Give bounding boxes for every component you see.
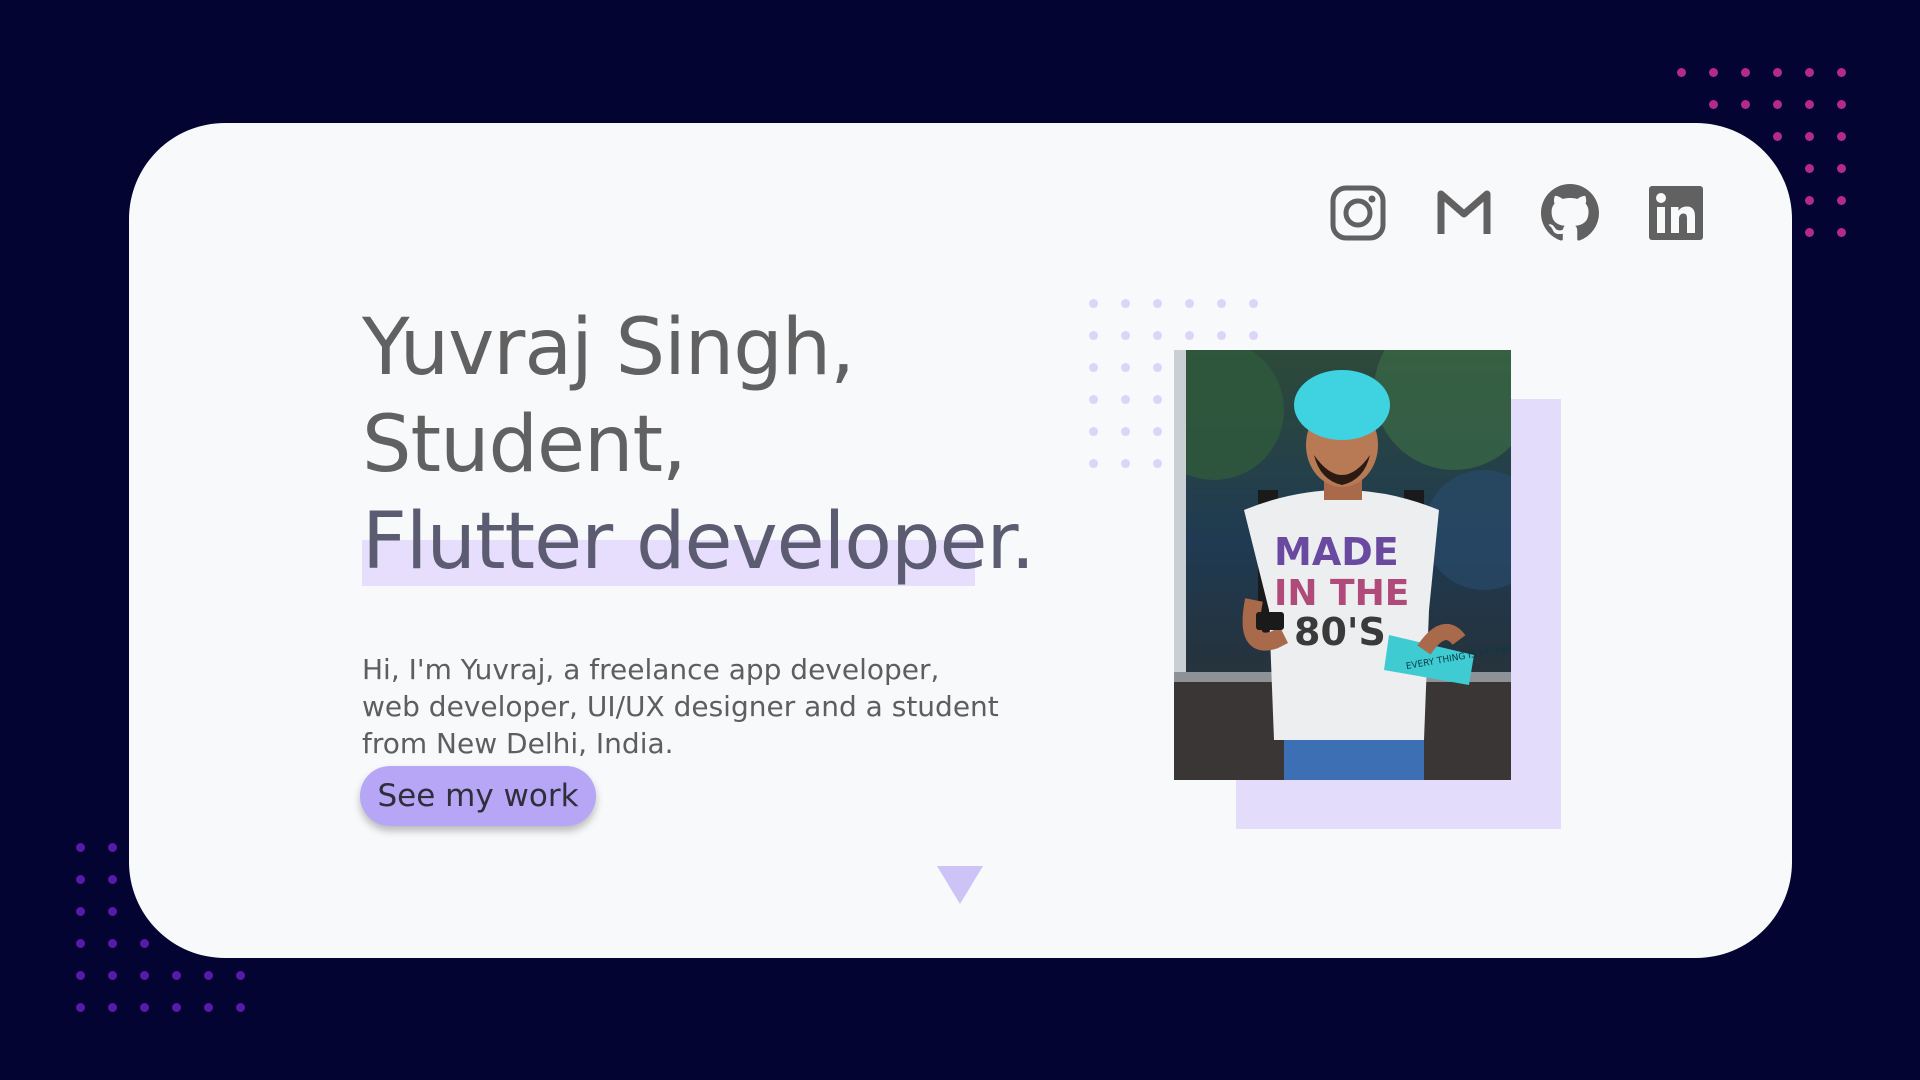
gmail-icon <box>1437 190 1491 234</box>
headline-role-developer: Flutter developer. <box>362 497 1035 587</box>
see-my-work-button[interactable]: See my work <box>360 766 596 826</box>
instagram-icon <box>1330 185 1386 241</box>
shirt-text-line3: 80'S <box>1294 610 1386 654</box>
profile-photo-illustration: MADE IN THE 80'S EVERY THING IS F*CKED <box>1174 350 1511 780</box>
headline-role-student: Student, <box>362 400 687 490</box>
bio-text: Hi, I'm Yuvraj, a freelance app develope… <box>362 653 999 760</box>
linkedin-icon <box>1649 186 1703 240</box>
linkedin-link[interactable] <box>1647 184 1705 242</box>
shirt-text-line2: IN THE <box>1274 573 1409 614</box>
instagram-link[interactable] <box>1329 184 1387 242</box>
github-link[interactable] <box>1541 184 1599 242</box>
headline: Yuvraj Singh, Student, Flutter developer… <box>362 300 1035 591</box>
scroll-down-icon[interactable] <box>937 866 983 904</box>
github-icon <box>1541 184 1599 241</box>
social-links <box>1329 184 1705 242</box>
headline-name: Yuvraj Singh, <box>362 303 855 393</box>
profile-photo: MADE IN THE 80'S EVERY THING IS F*CKED <box>1174 350 1511 780</box>
gmail-link[interactable] <box>1435 184 1493 242</box>
shirt-text-line1: MADE <box>1274 530 1399 574</box>
